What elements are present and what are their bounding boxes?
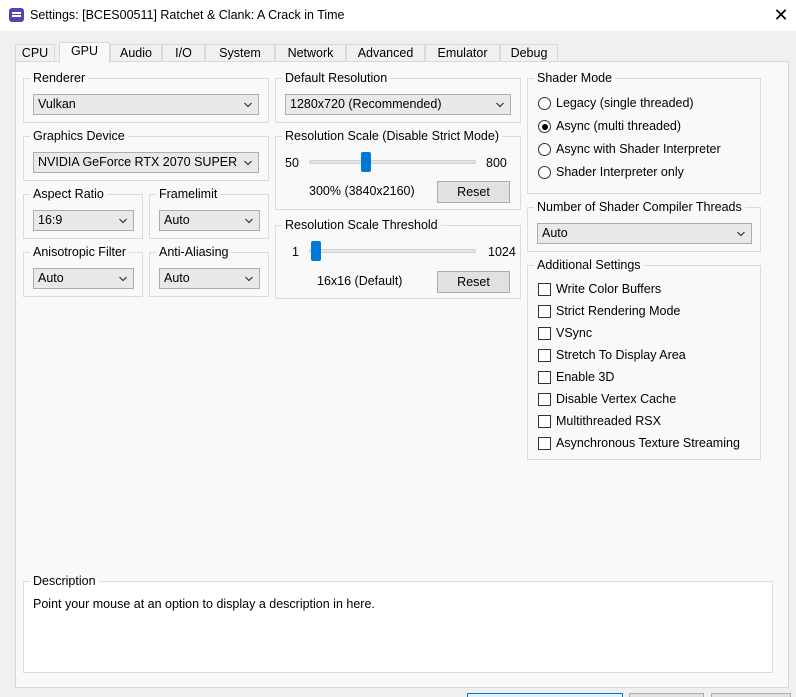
resolution-scale-title: Resolution Scale (Disable Strict Mode) [282,129,502,143]
async-texture-streaming-checkbox[interactable] [538,437,551,450]
framelimit-value: Auto [164,213,190,227]
shader-threads-group: Number of Shader Compiler Threads Auto [527,200,761,252]
anisotropic-filter-group: Anisotropic Filter Auto [23,245,143,297]
graphics-device-select[interactable]: NVIDIA GeForce RTX 2070 SUPER [33,152,259,173]
description-text: Point your mouse at an option to display… [33,597,375,611]
resolution-scale-max-label: 800 [486,156,507,170]
multithreaded-rsx-checkbox[interactable] [538,415,551,428]
shader-mode-radio-async-interpreter[interactable] [538,143,551,156]
vsync-label[interactable]: VSync [556,326,592,340]
close-dialog-button[interactable] [629,693,704,697]
disable-vertex-cache-label[interactable]: Disable Vertex Cache [556,392,676,406]
chevron-down-icon [119,276,127,282]
chevron-down-icon [496,102,504,108]
resolution-threshold-value: 16x16 (Default) [317,274,403,288]
chevron-down-icon [737,231,745,237]
shader-mode-radio-interpreter-only[interactable] [538,166,551,179]
additional-settings-title: Additional Settings [534,258,644,272]
strict-rendering-mode-checkbox[interactable] [538,305,551,318]
default-resolution-select[interactable]: 1280x720 (Recommended) [285,94,511,115]
aspect-ratio-group: Aspect Ratio 16:9 [23,187,143,239]
stretch-to-display-checkbox[interactable] [538,349,551,362]
enable-3d-label[interactable]: Enable 3D [556,370,614,384]
framelimit-select[interactable]: Auto [159,210,260,231]
anisotropic-filter-value: Auto [38,271,64,285]
anti-aliasing-title: Anti-Aliasing [156,245,232,259]
shader-mode-title: Shader Mode [534,71,616,85]
description-group: Description Point your mouse at an optio… [23,574,773,673]
resolution-threshold-min-label: 1 [292,245,299,259]
shader-threads-select[interactable]: Auto [537,223,752,244]
shader-mode-label-legacy[interactable]: Legacy (single threaded) [556,96,694,110]
resolution-threshold-slider-handle[interactable] [311,241,322,261]
multithreaded-rsx-label[interactable]: Multithreaded RSX [556,414,661,428]
chevron-down-icon [245,276,253,282]
shader-mode-radio-async[interactable] [538,120,551,133]
stretch-to-display-label[interactable]: Stretch To Display Area [556,348,686,362]
renderer-group: Renderer Vulkan [23,71,269,123]
default-resolution-title: Default Resolution [282,71,391,85]
renderer-select[interactable]: Vulkan [33,94,259,115]
resolution-scale-group: Resolution Scale (Disable Strict Mode) 5… [275,129,521,210]
close-button[interactable]: ✕ [766,0,796,31]
close-icon: ✕ [773,5,789,25]
chevron-down-icon [245,218,253,224]
resolution-threshold-title: Resolution Scale Threshold [282,218,441,232]
aspect-ratio-select[interactable]: 16:9 [33,210,134,231]
chevron-down-icon [244,102,252,108]
default-resolution-group: Default Resolution 1280x720 (Recommended… [275,71,521,123]
aspect-ratio-value: 16:9 [38,213,63,227]
title-bar: Settings: [BCES00511] Ratchet & Clank: A… [0,0,796,31]
chevron-down-icon [244,160,252,166]
resolution-threshold-reset-button[interactable]: Reset [437,271,510,293]
shader-threads-title: Number of Shader Compiler Threads [534,200,745,214]
app-icon [9,8,24,22]
window-title: Settings: [BCES00511] Ratchet & Clank: A… [30,8,345,22]
shader-mode-radio-legacy[interactable] [538,97,551,110]
shader-mode-label-async-interpreter[interactable]: Async with Shader Interpreter [556,142,721,156]
shader-mode-label-interpreter-only[interactable]: Shader Interpreter only [556,165,684,179]
shader-mode-group: Shader Mode Legacy (single threaded) Asy… [527,71,761,194]
anisotropic-filter-title: Anisotropic Filter [30,245,130,259]
graphics-device-title: Graphics Device [30,129,128,143]
framelimit-group: Framelimit Auto [149,187,269,239]
resolution-threshold-group: Resolution Scale Threshold 1 1024 16x16 … [275,218,521,299]
save-button[interactable] [467,693,623,697]
write-color-buffers-checkbox[interactable] [538,283,551,296]
strict-rendering-mode-label[interactable]: Strict Rendering Mode [556,304,680,318]
resolution-scale-reset-button[interactable]: Reset [437,181,510,203]
default-resolution-value: 1280x720 (Recommended) [290,97,442,111]
renderer-title: Renderer [30,71,89,85]
aspect-ratio-title: Aspect Ratio [30,187,107,201]
resolution-threshold-track[interactable] [309,249,476,253]
vsync-checkbox[interactable] [538,327,551,340]
anisotropic-filter-select[interactable]: Auto [33,268,134,289]
resolution-scale-min-label: 50 [285,156,299,170]
renderer-value: Vulkan [38,97,76,111]
chevron-down-icon [119,218,127,224]
enable-3d-checkbox[interactable] [538,371,551,384]
anti-aliasing-group: Anti-Aliasing Auto [149,245,269,297]
async-texture-streaming-label[interactable]: Asynchronous Texture Streaming [556,436,740,450]
shader-mode-label-async[interactable]: Async (multi threaded) [556,119,681,133]
graphics-device-value: NVIDIA GeForce RTX 2070 SUPER [38,155,238,169]
write-color-buffers-label[interactable]: Write Color Buffers [556,282,661,296]
disable-vertex-cache-checkbox[interactable] [538,393,551,406]
resolution-threshold-max-label: 1024 [488,245,516,259]
additional-settings-group: Additional Settings Write Color Buffers … [527,258,761,460]
resolution-scale-value: 300% (3840x2160) [309,184,415,198]
apply-button[interactable] [711,693,791,697]
framelimit-title: Framelimit [156,187,221,201]
anti-aliasing-value: Auto [164,271,190,285]
resolution-scale-track[interactable] [309,160,476,164]
anti-aliasing-select[interactable]: Auto [159,268,260,289]
tab-gpu[interactable]: GPU [59,42,110,63]
resolution-scale-slider-handle[interactable] [361,152,372,172]
description-title: Description [30,574,99,588]
graphics-device-group: Graphics Device NVIDIA GeForce RTX 2070 … [23,129,269,181]
shader-threads-value: Auto [542,226,568,240]
